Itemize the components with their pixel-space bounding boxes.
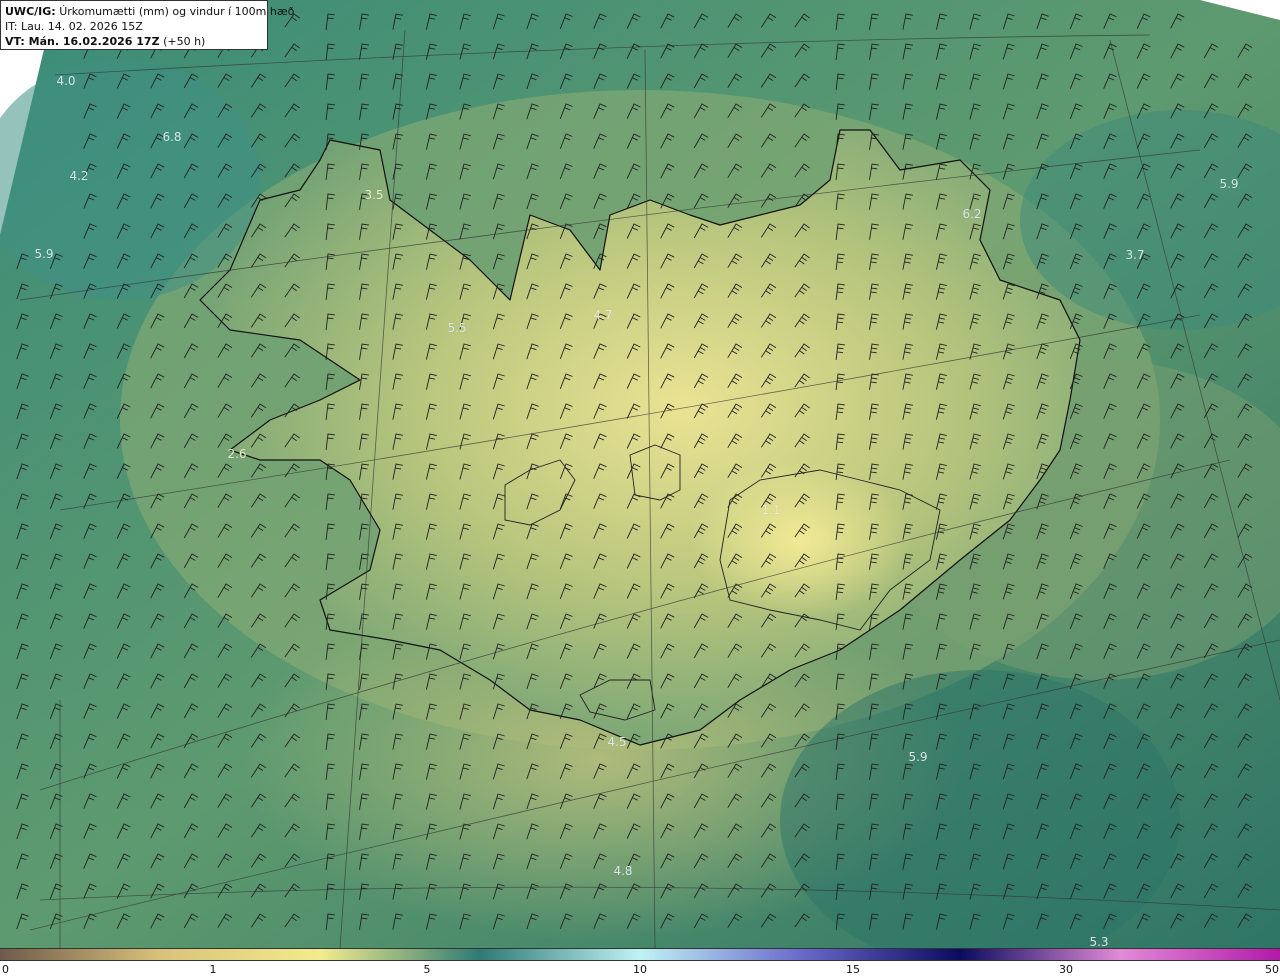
map-header: UWC/IG: Úrkomumætti (mm) og vindur í 100…	[0, 0, 294, 50]
product-title: UWC/IG: Úrkomumætti (mm) og vindur í 100…	[5, 4, 294, 19]
initial-time: IT: Lau. 14. 02. 2026 15Z	[5, 20, 143, 33]
forecast-hour: (+50 h)	[163, 35, 206, 48]
map-value-label: 1.1	[761, 503, 781, 517]
map-value-label: 6.2	[962, 207, 982, 221]
map-value-label: 4.2	[69, 169, 89, 183]
map-value-label: 5.5	[447, 321, 467, 335]
map-value-label: 6.8	[162, 130, 182, 144]
model-name: UWC/IG:	[5, 5, 56, 18]
map-value-label: 5.9	[1219, 177, 1239, 191]
map-value-label: 3.7	[1125, 248, 1145, 262]
map-value-label: 5.3	[1089, 935, 1109, 949]
map-value-label: 4.5	[607, 735, 627, 749]
map-value-label: 2.6	[227, 447, 247, 461]
product-name: Úrkomumætti (mm) og vindur í 100m hæð	[59, 5, 295, 18]
valid-time: VT: Mán. 16.02.2026 17Z (+50 h)	[5, 34, 263, 49]
map-value-label: 4.7	[593, 308, 613, 322]
map-value-label: 3.5	[364, 188, 384, 202]
weather-map	[0, 0, 1280, 948]
map-value-label: 4.0	[56, 74, 76, 88]
colorbar-tick-label: 30	[1059, 963, 1073, 976]
map-value-label: 4.8	[613, 864, 633, 878]
colorbar-tick-label: 15	[846, 963, 860, 976]
map-value-label: 5.9	[34, 247, 54, 261]
map-value-label: 5.9	[908, 750, 928, 764]
valid-time-date: VT: Mán. 16.02.2026 17Z	[5, 35, 160, 48]
colorbar-tick-label: 10	[633, 963, 647, 976]
colorbar-tick-label: 5	[423, 963, 431, 976]
precipitation-colorbar	[0, 948, 1280, 961]
colorbar-tick-label: 50	[1265, 963, 1279, 976]
colorbar-tick-label: 0	[2, 963, 9, 976]
colorbar-tick-label: 1	[209, 963, 217, 976]
